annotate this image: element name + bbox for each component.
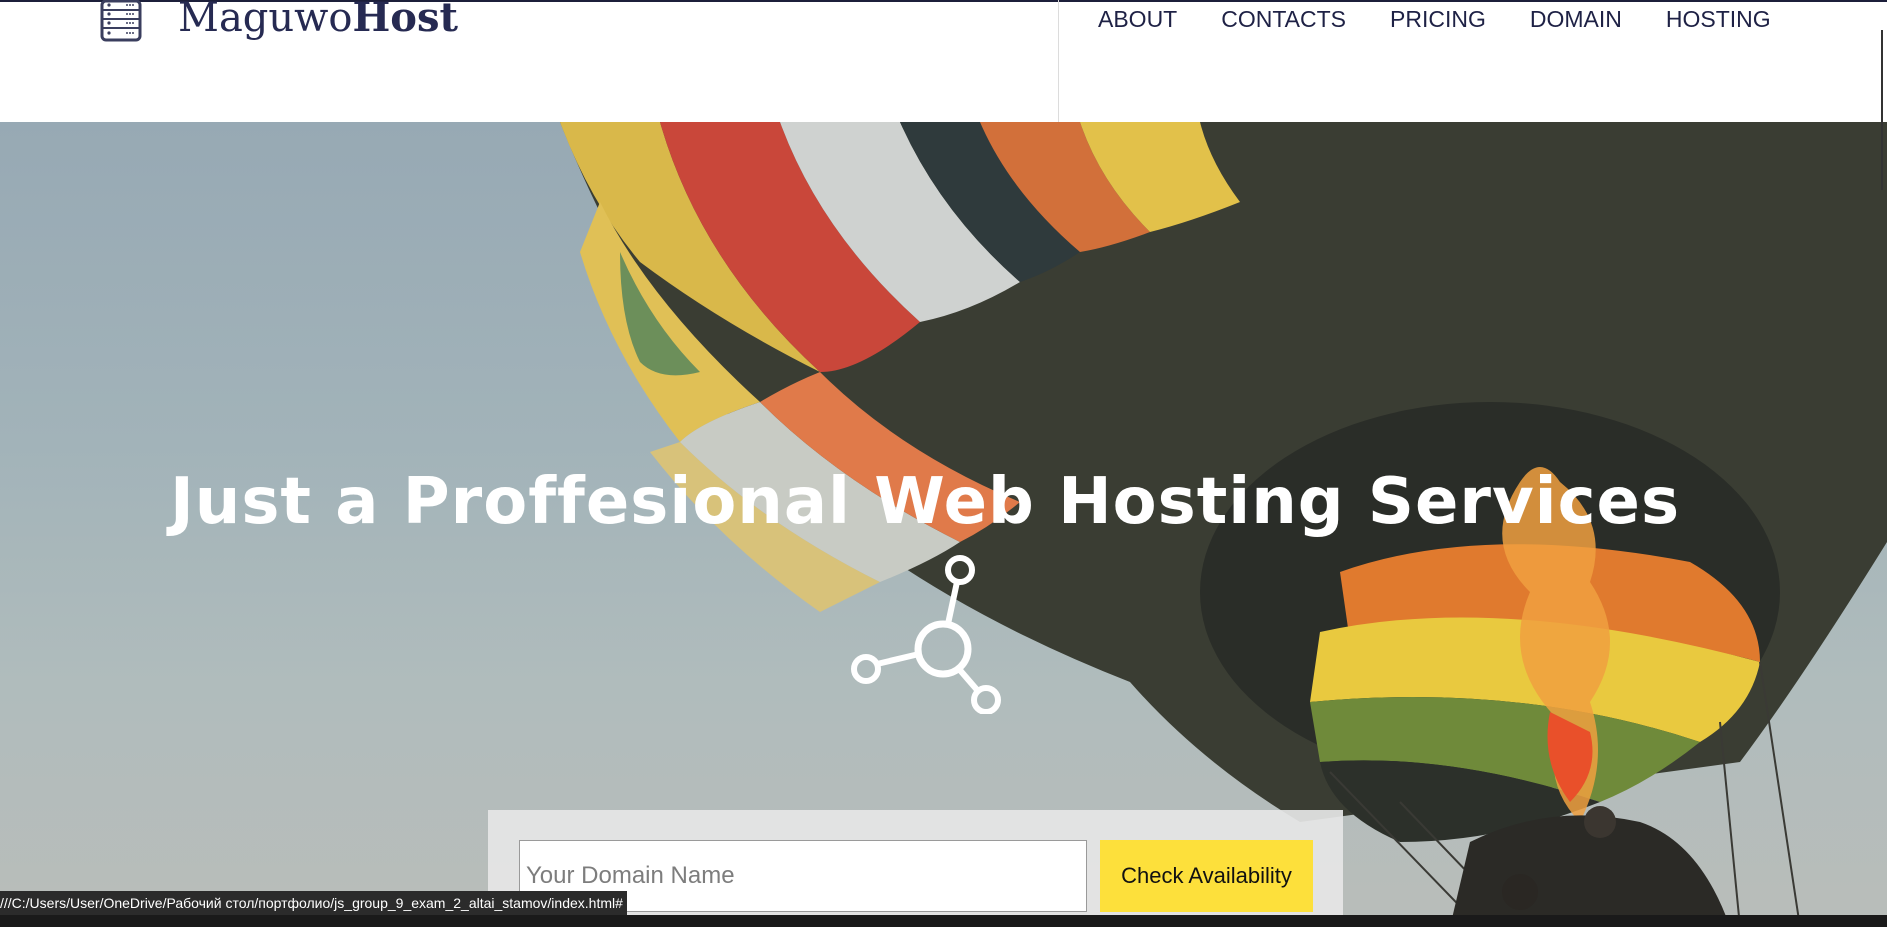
brand-logo[interactable]: MaguwoHost (178, 0, 458, 41)
header-divider (1058, 0, 1059, 122)
nav-domain[interactable]: DOMAIN (1530, 4, 1622, 34)
brand-name-bold: Host (352, 0, 458, 41)
nav-about[interactable]: ABOUT (1098, 4, 1177, 34)
brand-name-regular: Maguwo (178, 0, 353, 41)
scrollbar[interactable] (1881, 30, 1883, 190)
status-bar-url: ///C:/Users/User/OneDrive/Рабочий стол/п… (0, 891, 627, 915)
share-hub-icon (851, 555, 1001, 714)
hero-title: Just a Proffesional Web Hosting Services (169, 464, 1681, 539)
server-rack-icon[interactable] (100, 0, 142, 42)
taskbar (0, 915, 1887, 927)
nav-hosting[interactable]: HOSTING (1666, 4, 1771, 34)
hero-section: Just a Proffesional Web Hosting Services… (0, 122, 1887, 927)
main-nav: ABOUT CONTACTS PRICING DOMAIN HOSTING (1098, 4, 1771, 34)
nav-contacts[interactable]: CONTACTS (1221, 4, 1346, 34)
check-availability-button[interactable]: Check Availability (1100, 840, 1313, 912)
site-header: MaguwoHost ABOUT CONTACTS PRICING DOMAIN… (0, 0, 1887, 122)
page: MaguwoHost ABOUT CONTACTS PRICING DOMAIN… (0, 0, 1887, 927)
nav-pricing[interactable]: PRICING (1390, 4, 1486, 34)
